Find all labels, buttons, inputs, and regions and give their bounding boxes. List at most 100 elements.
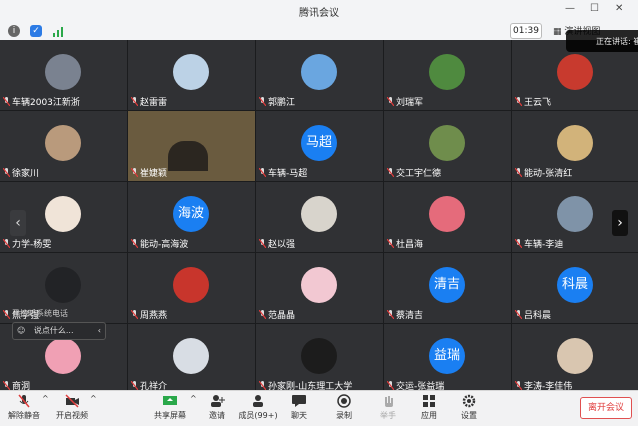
avatar: 清吉 <box>429 267 465 303</box>
members-icon <box>253 395 263 407</box>
collapse-chat-icon[interactable]: ‹ <box>98 323 101 339</box>
mic-muted-icon <box>2 380 11 390</box>
participant-tile[interactable]: 车辆2003江新浙 <box>0 40 127 110</box>
speaking-indicator: 正在讲话: 崔 <box>566 30 638 52</box>
participant-name: 商洞 <box>2 379 30 390</box>
meeting-toolbar: 解除静音 ^ 开启视频 ^ 共享屏幕 ^ 邀请 成员(99+) 聊天 录制 举手… <box>0 390 638 426</box>
record-button[interactable]: 录制 <box>332 394 356 421</box>
avatar <box>429 196 465 232</box>
avatar <box>173 338 209 374</box>
mic-muted-icon <box>258 309 267 320</box>
chat-input[interactable]: ☺ 说点什么... ‹ <box>12 322 106 340</box>
avatar <box>301 54 337 90</box>
avatar <box>45 338 81 374</box>
participant-tile[interactable]: 范晶晶 <box>256 253 383 323</box>
settings-button[interactable]: 设置 <box>457 394 481 421</box>
mic-muted-icon <box>258 167 267 178</box>
invite-label: 邀请 <box>209 411 225 420</box>
info-icon[interactable]: i <box>8 25 20 37</box>
avatar <box>557 338 593 374</box>
participant-name-text: 徐家川 <box>12 169 40 179</box>
participant-tile[interactable]: 清吉 蔡清吉 <box>384 253 511 323</box>
participant-tile[interactable]: 科晨 吕科晨 <box>512 253 638 323</box>
participant-name: 赵雷雷 <box>130 95 168 108</box>
participant-name: 交工宇仁德 <box>386 166 442 179</box>
participant-tile[interactable]: 交工宇仁德 <box>384 111 511 181</box>
mic-muted-icon <box>514 380 523 390</box>
participant-name-text: 车辆-马超 <box>268 169 308 179</box>
window-title: 腾讯会议 <box>299 8 339 19</box>
video-options-icon[interactable]: ^ <box>90 394 97 403</box>
avatar <box>301 338 337 374</box>
share-options-icon[interactable]: ^ <box>190 394 197 403</box>
participant-name-text: 蔡清吉 <box>396 311 424 321</box>
video-button[interactable]: 开启视频 <box>54 394 90 421</box>
participant-name: 周燕燕 <box>130 308 167 321</box>
maximize-icon[interactable]: ☐ <box>590 3 599 14</box>
mic-muted-icon <box>130 380 139 390</box>
members-button[interactable]: 成员(99+) <box>238 394 278 421</box>
video-feed <box>168 141 208 171</box>
participant-tile[interactable]: 周燕燕 <box>128 253 255 323</box>
participant-name: 能动-张清红 <box>514 166 572 179</box>
participant-tile[interactable]: 徐家川 <box>0 111 127 181</box>
mute-button[interactable]: 解除静音 <box>6 394 42 421</box>
participant-name: 王云飞 <box>514 95 552 108</box>
participant-tile[interactable]: 赵以强 <box>256 182 383 252</box>
invite-button[interactable]: 邀请 <box>205 394 229 421</box>
mic-muted-icon <box>386 167 395 178</box>
apps-button[interactable]: 应用 <box>417 394 441 421</box>
participant-name-text: 刘瑞军 <box>396 98 424 108</box>
participant-name-text: 赵雷雷 <box>140 98 168 108</box>
mic-muted-icon <box>130 167 139 178</box>
participant-tile[interactable]: 马超 车辆-马超 <box>256 111 383 181</box>
participant-name: 杜昌海 <box>386 237 423 250</box>
share-screen-icon <box>163 396 177 405</box>
meeting-timer: 01:39 <box>510 23 542 39</box>
share-screen-button[interactable]: 共享屏幕 <box>150 394 190 421</box>
minimize-icon[interactable]: — <box>565 3 575 14</box>
signal-icon[interactable] <box>52 25 64 37</box>
participant-name: 车辆-马超 <box>258 166 308 179</box>
participant-name: 车辆2003江新浙 <box>2 95 80 108</box>
participant-name: 赵以强 <box>258 237 295 250</box>
participant-tile[interactable]: 海波 能动-高海波 <box>128 182 255 252</box>
raise-hand-button[interactable]: 举手 <box>376 394 400 421</box>
participant-name: 力学-杨雯 <box>2 237 51 250</box>
shield-icon[interactable]: ✓ <box>30 25 42 37</box>
participant-tile[interactable]: 能动-张清红 <box>512 111 638 181</box>
settings-label: 设置 <box>461 411 477 420</box>
participant-name-text: 吕科晨 <box>524 311 552 321</box>
mic-off-icon <box>18 394 30 408</box>
participant-tile[interactable]: 崔婕颖 <box>128 111 255 181</box>
avatar <box>557 196 593 232</box>
next-page-button[interactable]: › <box>612 210 628 236</box>
mute-options-icon[interactable]: ^ <box>42 394 49 403</box>
participant-name-text: 王云飞 <box>524 98 552 108</box>
leave-meeting-button[interactable]: 离开会议 <box>580 397 632 419</box>
participant-tile[interactable]: 孔祥介 <box>128 324 255 390</box>
mic-muted-icon <box>130 96 139 107</box>
mic-muted-icon <box>130 309 139 320</box>
emoji-icon[interactable]: ☺ <box>17 326 25 335</box>
avatar <box>429 125 465 161</box>
participant-tile[interactable]: 孙家刚-山东理工大学 <box>256 324 383 390</box>
participant-name-text: 范晶晶 <box>268 311 296 321</box>
participant-name-text: 交工宇仁德 <box>396 169 442 179</box>
participant-name-text: 孙家刚-山东理工大学 <box>268 382 353 390</box>
participant-tile[interactable]: 李涛-李佳伟 <box>512 324 638 390</box>
close-icon[interactable]: ✕ <box>615 3 623 14</box>
avatar: 科晨 <box>557 267 593 303</box>
mic-muted-icon <box>514 238 523 249</box>
participant-tile[interactable]: 杜昌海 <box>384 182 511 252</box>
participant-tile[interactable]: 刘瑞军 <box>384 40 511 110</box>
chat-button[interactable]: 聊天 <box>287 394 311 421</box>
participant-tile[interactable]: 郭鹏江 <box>256 40 383 110</box>
title-bar: 腾讯会议 — ☐ ✕ <box>0 0 638 23</box>
participant-tile[interactable]: 益瑞 交运-张益瑞 <box>384 324 511 390</box>
avatar <box>45 125 81 161</box>
prev-page-button[interactable]: ‹ <box>10 210 26 236</box>
participant-tile[interactable]: 赵雷雷 <box>128 40 255 110</box>
participant-name-text: 车辆2003江新浙 <box>12 98 80 108</box>
video-label: 开启视频 <box>56 411 88 420</box>
